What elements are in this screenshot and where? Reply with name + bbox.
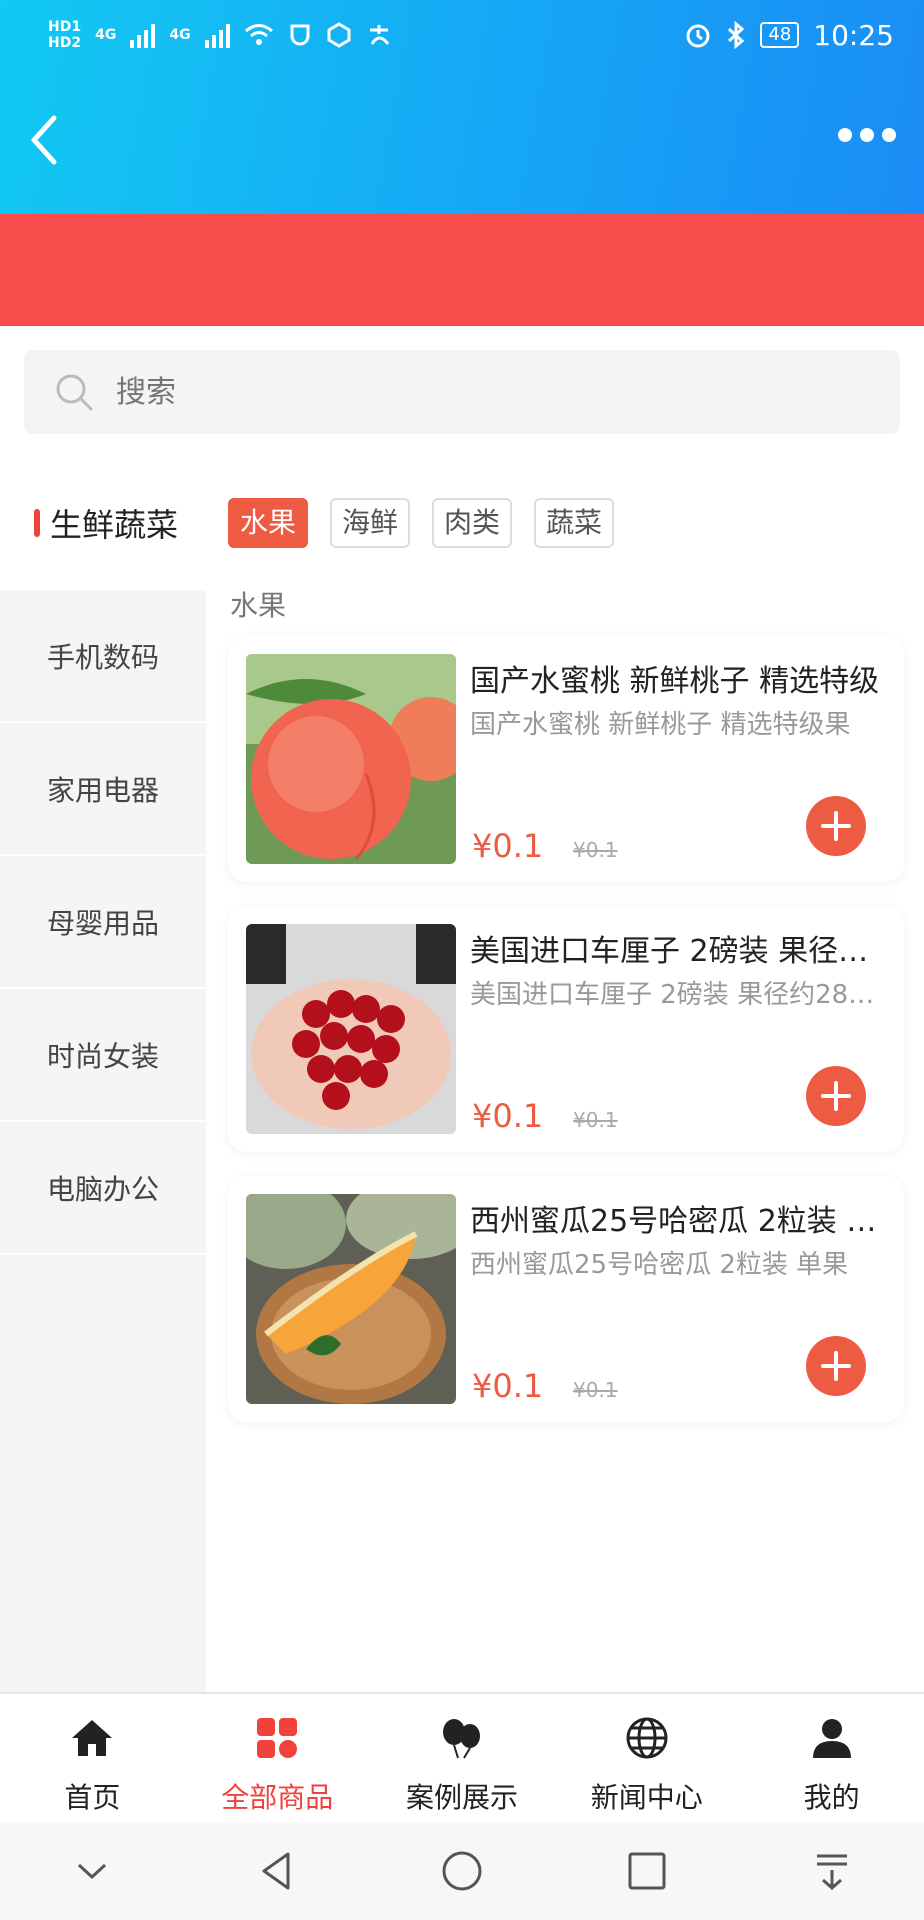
home-icon — [72, 1720, 113, 1756]
search-bar[interactable] — [24, 350, 900, 434]
search-input[interactable] — [116, 374, 816, 410]
product-desc: 国产水蜜桃 新鲜桃子 精选特级果 — [470, 710, 851, 740]
alarm-icon — [686, 24, 710, 48]
sidebar-item-baby[interactable]: 母婴用品 — [0, 856, 206, 989]
sidebar-item-digital[interactable]: 手机数码 — [0, 590, 206, 723]
chip-meat[interactable]: 肉类 — [432, 498, 513, 548]
home-circle-icon[interactable] — [439, 1848, 485, 1894]
add-to-cart-button[interactable] — [806, 1066, 866, 1126]
hand-icon — [327, 22, 351, 48]
current-category[interactable]: 生鲜蔬菜 — [34, 500, 178, 546]
product-original-price: ¥0.1 — [573, 838, 618, 862]
peach-image — [246, 654, 456, 864]
product-name: 国产水蜜桃 新鲜桃子 精选特级 — [470, 664, 880, 699]
tab-mine-label: 我的 — [803, 1781, 860, 1814]
current-category-label: 生鲜蔬菜 — [50, 506, 179, 544]
user-icon — [812, 1719, 851, 1758]
tab-all-products[interactable]: 全部商品 — [185, 1694, 370, 1822]
product-name: 西州蜜瓜25号哈密瓜 2粒装 单果 — [470, 1204, 890, 1239]
subcategory-chips: 水果 海鲜 肉类 蔬菜 — [228, 498, 615, 548]
tab-mine[interactable]: 我的 — [739, 1694, 924, 1822]
product-list: 国产水蜜桃 新鲜桃子 精选特级 国产水蜜桃 新鲜桃子 精选特级果 ¥0.1 ¥0… — [228, 636, 904, 1446]
cherries-image — [246, 924, 456, 1134]
tab-home-label: 首页 — [64, 1781, 121, 1814]
network-4g-label-2: 4G — [169, 27, 191, 43]
product-price: ¥0.1 — [472, 827, 544, 865]
tab-cases[interactable]: 案例展示 — [370, 1694, 555, 1822]
melon-image — [246, 1194, 456, 1404]
status-left: HD1 HD2 4G 4G — [48, 10, 392, 60]
status-time: 10:25 — [813, 18, 894, 52]
chip-seafood[interactable]: 海鲜 — [330, 498, 411, 548]
section-title: 水果 — [230, 589, 287, 622]
category-sidebar: 手机数码 家用电器 母婴用品 时尚女装 电脑办公 — [0, 590, 206, 1692]
add-to-cart-button[interactable] — [806, 796, 866, 856]
header: HD1 HD2 4G 4G 48 10:25 — [0, 0, 924, 214]
shield-status-icon — [290, 24, 310, 46]
grid-icon — [257, 1718, 298, 1758]
product-price: ¥0.1 — [472, 1097, 544, 1135]
hd2-label: HD2 — [48, 35, 82, 51]
product-desc: 美国进口车厘子 2磅装 果径约28mm — [470, 980, 890, 1010]
product-original-price: ¥0.1 — [573, 1108, 618, 1132]
system-navigation-bar — [0, 1822, 924, 1920]
network-4g-label: 4G — [95, 27, 117, 43]
status-right: 48 10:25 — [684, 10, 894, 60]
hd-indicator: HD1 HD2 — [48, 19, 81, 51]
add-to-cart-button[interactable] — [806, 1336, 866, 1396]
back-triangle-icon[interactable] — [254, 1848, 300, 1894]
sidebar-item-appliances[interactable]: 家用电器 — [0, 723, 206, 856]
chip-fruit[interactable]: 水果 — [228, 498, 309, 548]
sidebar-item-computer-office[interactable]: 电脑办公 — [0, 1122, 206, 1255]
product-name: 美国进口车厘子 2磅装 果径约28mm — [470, 934, 890, 969]
active-marker — [34, 509, 40, 537]
signal-icon-2 — [204, 22, 230, 48]
alipay-icon — [369, 25, 389, 45]
globe-icon — [626, 1717, 668, 1759]
more-dots-icon[interactable] — [838, 128, 896, 142]
wifi-icon — [244, 24, 273, 45]
tab-home[interactable]: 首页 — [0, 1694, 185, 1822]
tab-news-label: 新闻中心 — [590, 1781, 703, 1814]
bluetooth-icon — [728, 21, 745, 49]
product-card[interactable]: 西州蜜瓜25号哈密瓜 2粒装 单果 西州蜜瓜25号哈密瓜 2粒装 单果 ¥0.1… — [228, 1176, 904, 1422]
tab-all-products-label: 全部商品 — [221, 1781, 334, 1814]
battery-icon: 48 — [760, 22, 800, 48]
tab-news[interactable]: 新闻中心 — [554, 1694, 739, 1822]
product-price: ¥0.1 — [472, 1367, 544, 1405]
recents-square-icon[interactable] — [624, 1848, 670, 1894]
bottom-tab-bar: 首页 全部商品 案例展示 新闻中心 我的 — [0, 1692, 924, 1822]
promo-banner — [0, 214, 924, 326]
app-screen: HD1 HD2 4G 4G 48 10:25 搜索 生鲜蔬菜 手机数码 家用电器… — [0, 0, 924, 1920]
tab-cases-label: 案例展示 — [405, 1781, 518, 1814]
product-card[interactable]: 美国进口车厘子 2磅装 果径约28mm 美国进口车厘子 2磅装 果径约28mm … — [228, 906, 904, 1152]
balloon-icon — [442, 1719, 480, 1759]
sidebar-item-women-fashion[interactable]: 时尚女装 — [0, 989, 206, 1122]
signal-icon — [130, 22, 156, 48]
hd1-label: HD1 — [48, 19, 82, 35]
notification-pulldown-icon[interactable] — [809, 1848, 855, 1894]
search-icon — [56, 374, 93, 411]
product-original-price: ¥0.1 — [573, 1378, 618, 1402]
product-card[interactable]: 国产水蜜桃 新鲜桃子 精选特级 国产水蜜桃 新鲜桃子 精选特级果 ¥0.1 ¥0… — [228, 636, 904, 882]
chevron-left-icon[interactable] — [24, 110, 64, 170]
chevron-down-icon[interactable] — [69, 1848, 115, 1894]
product-desc: 西州蜜瓜25号哈密瓜 2粒装 单果 — [470, 1250, 849, 1280]
chip-vegetables[interactable]: 蔬菜 — [534, 498, 615, 548]
status-bar: HD1 HD2 4G 4G 48 10:25 — [0, 0, 924, 70]
